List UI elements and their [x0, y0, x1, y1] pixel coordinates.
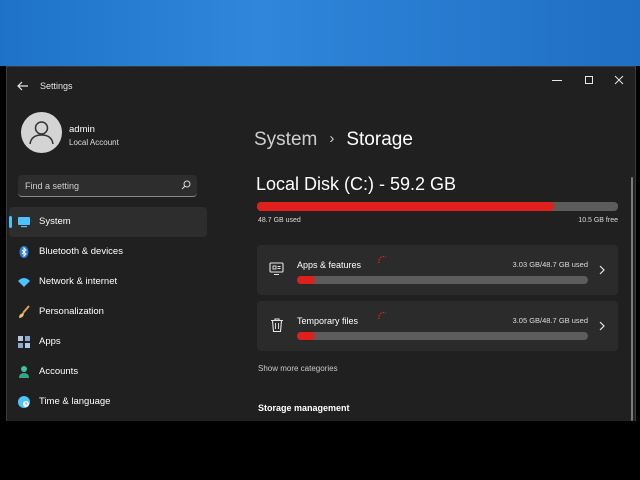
- category-label: Apps & features: [297, 260, 362, 270]
- user-silhouette-icon: [29, 121, 54, 145]
- page-title: Storage: [346, 129, 413, 150]
- chevron-right-icon: [599, 265, 605, 275]
- window-title: Settings: [40, 81, 73, 91]
- apps-features-icon: [269, 262, 284, 275]
- sidebar-item-time-language[interactable]: Time & language: [9, 387, 207, 417]
- chevron-right-icon: [599, 321, 605, 331]
- search-placeholder: Find a setting: [25, 181, 80, 191]
- category-apps-features[interactable]: Apps & features 3.03 GB/48.7 GB used: [257, 245, 618, 295]
- sidebar-item-apps[interactable]: Apps: [9, 327, 207, 357]
- title-bar: Settings: [7, 67, 635, 97]
- sidebar-item-system[interactable]: System: [9, 207, 207, 237]
- scrollbar[interactable]: [631, 177, 633, 421]
- back-arrow-icon: [17, 81, 28, 91]
- storage-management-heading: Storage management: [258, 403, 350, 413]
- search-input[interactable]: Find a setting: [18, 175, 197, 197]
- disk-free-text: 10.5 GB free: [578, 217, 618, 224]
- loading-spinner-icon: [378, 311, 387, 320]
- category-label: Temporary files: [297, 316, 359, 326]
- breadcrumb: System › Storage: [254, 129, 413, 151]
- sidebar-item-label: Bluetooth & devices: [39, 246, 123, 257]
- category-usage-bar: [297, 332, 588, 340]
- disk-usage-bar: [257, 202, 618, 211]
- search-icon: [181, 180, 191, 190]
- sidebar-item-accounts[interactable]: Accounts: [9, 357, 207, 387]
- back-button[interactable]: [16, 79, 30, 93]
- settings-window: Settings admin Local Account Find a sett…: [6, 66, 636, 421]
- minimize-icon: [552, 80, 562, 81]
- category-usage: 3.05 GB/48.7 GB used: [512, 316, 588, 325]
- show-more-categories-link[interactable]: Show more categories: [258, 364, 338, 373]
- loading-spinner-icon: [378, 255, 387, 264]
- disk-usage-fill: [257, 202, 555, 211]
- apps-icon: [18, 336, 30, 348]
- category-usage: 3.03 GB/48.7 GB used: [512, 260, 588, 269]
- sidebar-item-label: Time & language: [39, 396, 111, 407]
- category-usage-fill: [297, 276, 316, 284]
- account-type: Local Account: [69, 138, 119, 147]
- minimize-button[interactable]: [548, 73, 566, 87]
- user-name: admin: [69, 124, 95, 135]
- category-temporary-files[interactable]: Temporary files 3.05 GB/48.7 GB used: [257, 301, 618, 351]
- trash-icon: [271, 318, 283, 333]
- sidebar-item-label: System: [39, 216, 71, 227]
- monitor-icon: [18, 217, 30, 228]
- category-usage-bar: [297, 276, 588, 284]
- sidebar-item-network[interactable]: Network & internet: [9, 267, 207, 297]
- clock-globe-icon: [18, 396, 30, 408]
- bluetooth-icon: [19, 246, 29, 258]
- category-usage-fill: [297, 332, 316, 340]
- person-icon: [19, 366, 29, 378]
- sidebar-item-personalization[interactable]: Personalization: [9, 297, 207, 327]
- avatar[interactable]: [21, 112, 62, 153]
- sidebar-nav: System Bluetooth & devices Network & int…: [9, 207, 207, 417]
- disk-title: Local Disk (C:) - 59.2 GB: [256, 174, 457, 194]
- sidebar-item-bluetooth[interactable]: Bluetooth & devices: [9, 237, 207, 267]
- sidebar-item-label: Network & internet: [39, 276, 118, 287]
- disk-used-text: 48.7 GB used: [258, 217, 301, 224]
- close-icon: [614, 75, 624, 85]
- maximize-icon: [585, 76, 593, 84]
- desktop-background: [0, 0, 640, 66]
- brush-icon: [19, 305, 30, 318]
- desktop-bottom-area: [0, 420, 640, 480]
- sidebar-item-label: Apps: [39, 336, 61, 347]
- breadcrumb-parent[interactable]: System: [254, 129, 317, 150]
- breadcrumb-separator: ›: [329, 130, 335, 147]
- sidebar-item-label: Personalization: [39, 306, 104, 317]
- sidebar-item-label: Accounts: [39, 366, 79, 377]
- active-indicator: [9, 216, 12, 228]
- wifi-icon: [18, 278, 30, 287]
- maximize-button[interactable]: [580, 73, 598, 87]
- close-button[interactable]: [610, 73, 628, 87]
